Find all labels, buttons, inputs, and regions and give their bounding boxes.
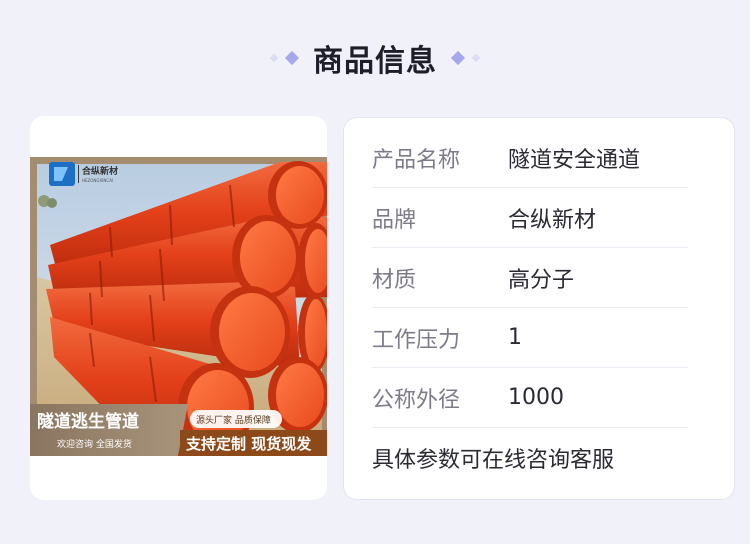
- spec-label: 工作压力: [372, 327, 461, 353]
- spec-row: 公称外径 1000: [372, 368, 688, 428]
- left-diamond-decoration: [269, 50, 300, 66]
- spec-label: 产品名称: [372, 147, 461, 173]
- product-image[interactable]: 合纵新材 HEZONGXINCAI 隧道逃生管道 欢迎咨询 全国发货 源头厂家 …: [30, 157, 327, 456]
- spec-row: 工作压力 1: [372, 308, 688, 368]
- spec-row: 品牌 合纵新材: [372, 188, 688, 248]
- spec-card: 产品名称 隧道安全通道 品牌 合纵新材 材质 高分子 工作压力 1 公称外径 1…: [343, 117, 735, 500]
- consult-note: 具体参数可在线咨询客服: [372, 448, 615, 473]
- section-title: 商品信息: [313, 44, 437, 79]
- svg-text:合纵新材: 合纵新材: [82, 165, 118, 177]
- banner-title: 隧道逃生管道: [37, 411, 139, 432]
- svg-text:HEZONGXINCAI: HEZONGXINCAI: [82, 178, 113, 183]
- spec-value: 高分子: [508, 267, 575, 293]
- section-header: 商品信息: [0, 30, 750, 86]
- spec-label: 材质: [372, 267, 417, 293]
- spec-label: 公称外径: [372, 387, 461, 413]
- spec-row: 产品名称 隧道安全通道: [372, 128, 688, 188]
- slogan: 支持定制 现货现发: [185, 435, 312, 453]
- spec-value: 1: [508, 325, 522, 350]
- product-image-card[interactable]: 合纵新材 HEZONGXINCAI 隧道逃生管道 欢迎咨询 全国发货 源头厂家 …: [30, 116, 327, 500]
- spec-label: 品牌: [372, 207, 417, 233]
- spec-value: 1000: [508, 385, 564, 410]
- spec-row: 材质 高分子: [372, 248, 688, 308]
- spec-value: 合纵新材: [508, 207, 597, 233]
- banner-subtitle: 欢迎咨询 全国发货: [57, 438, 132, 450]
- spec-value: 隧道安全通道: [508, 147, 641, 173]
- tag-pill: 源头厂家 品质保障: [196, 414, 271, 426]
- right-diamond-decoration: [450, 50, 481, 66]
